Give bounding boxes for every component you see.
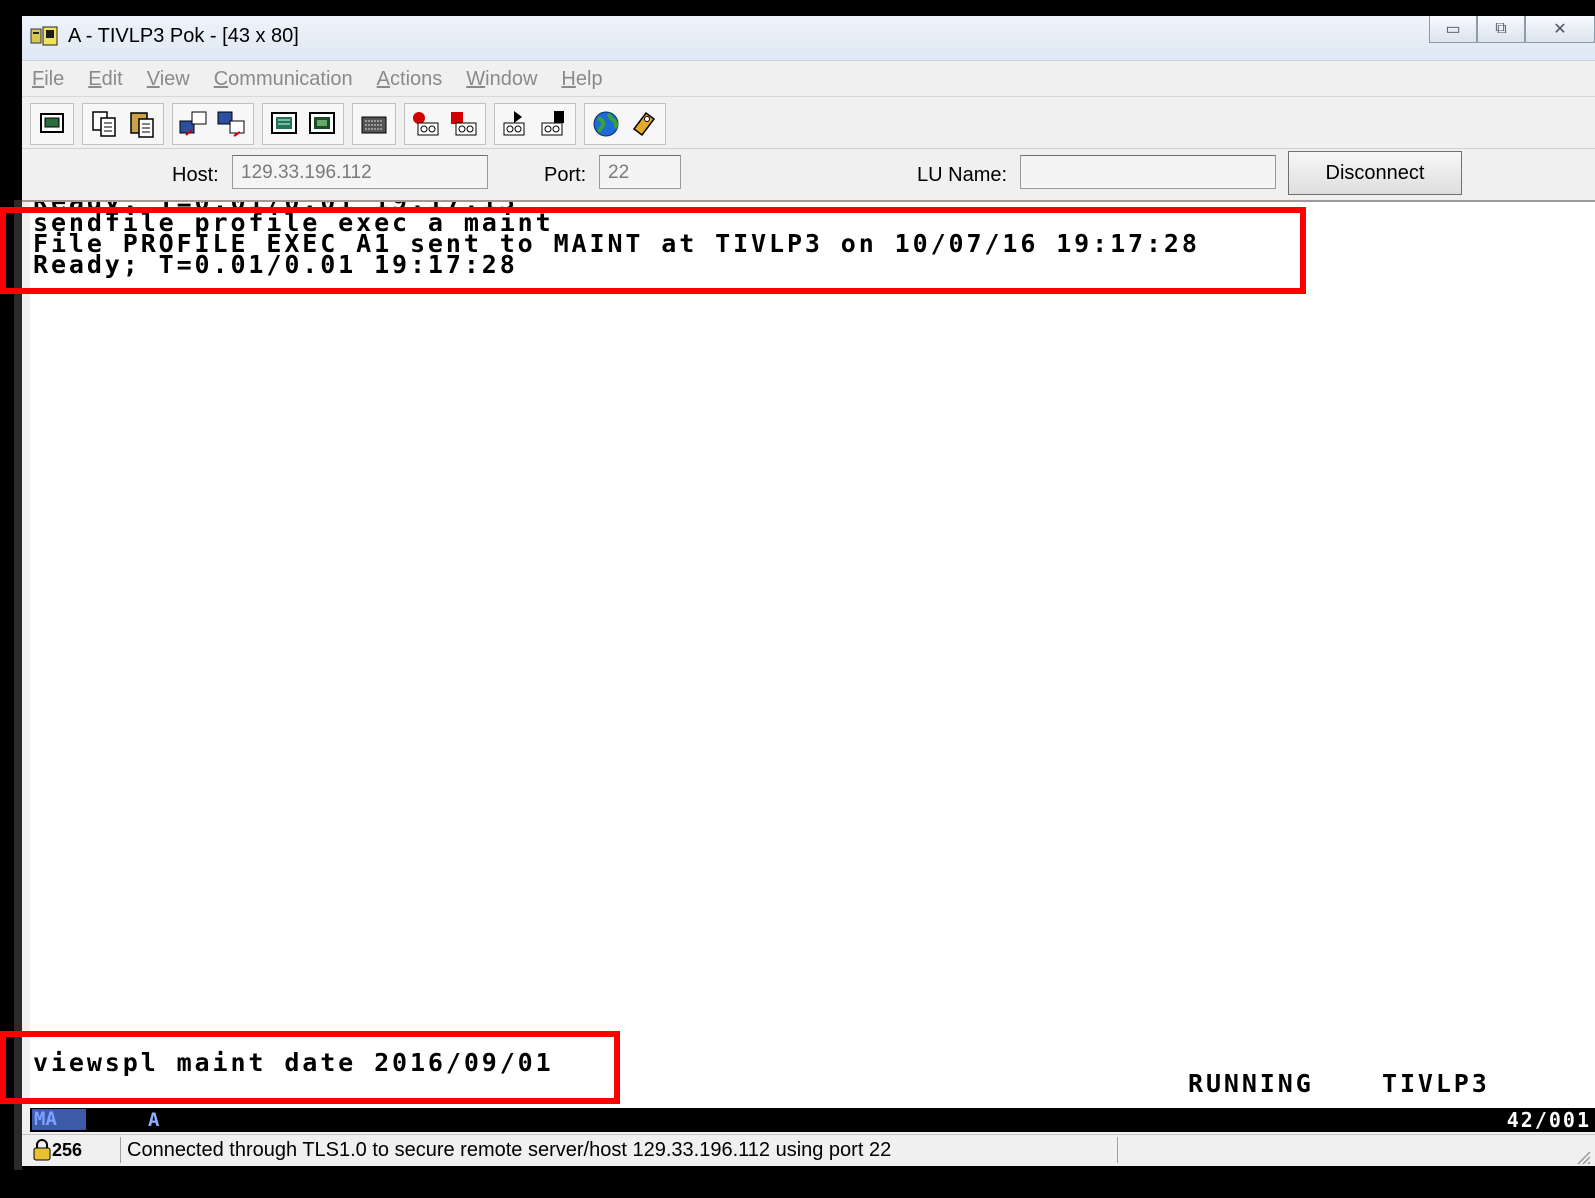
title-bar[interactable]: A - TIVLP3 Pok - [43 x 80] ▭ ⧉ ✕ <box>22 16 1595 61</box>
paste-icon <box>130 112 154 138</box>
disconnect-button[interactable]: Disconnect <box>1288 151 1462 195</box>
print-screen-icon <box>40 113 64 133</box>
lock-icon <box>33 1139 51 1161</box>
resize-grip-icon[interactable] <box>1573 1147 1591 1165</box>
menu-communication[interactable]: Communication <box>214 68 353 91</box>
connection-bar: Host: 129.33.196.112 Port: 22 LU Name: D… <box>22 150 1595 202</box>
status-running: RUNNING <box>1188 1069 1314 1098</box>
window-controls: ▭ ⧉ ✕ <box>1429 16 1595 46</box>
toolbar-group-transfer <box>172 103 254 145</box>
status-bar: 256 Connected through TLS1.0 to secure r… <box>22 1134 1595 1166</box>
receive-file-icon <box>217 111 245 137</box>
web-globe-button[interactable] <box>587 106 625 142</box>
minimize-button[interactable]: ▭ <box>1429 16 1477 43</box>
highlight-box-sendfile <box>0 207 1306 294</box>
encryption-bits: 256 <box>52 1139 83 1160</box>
toolbar-group-macro-rec <box>404 103 486 145</box>
copy-button[interactable] <box>85 106 123 142</box>
toolbar <box>22 100 1595 149</box>
menu-edit[interactable]: Edit <box>88 68 122 91</box>
macro-stop-button[interactable] <box>445 106 483 142</box>
macro-edit-icon <box>541 111 564 136</box>
port-label: Port: <box>544 164 587 186</box>
macro-play-button[interactable] <box>497 106 535 142</box>
highlight-box-command <box>0 1031 620 1104</box>
menu-file[interactable]: File <box>32 68 64 91</box>
keypad-icon <box>309 112 335 134</box>
emulator-window: A - TIVLP3 Pok - [43 x 80] ▭ ⧉ ✕ File Ed… <box>22 16 1595 1166</box>
status-message: Connected through TLS1.0 to secure remot… <box>120 1137 1118 1163</box>
print-screen-button[interactable] <box>33 106 71 142</box>
display-button[interactable] <box>265 106 303 142</box>
maximize-icon: ⧉ <box>1495 20 1507 37</box>
terminal-screen[interactable]: Ready; T=0.01/0.01 19:17:15 sendfile pro… <box>30 202 1595 1108</box>
keypad-button[interactable] <box>303 106 341 142</box>
close-icon: ✕ <box>1553 21 1567 38</box>
toolbar-group-clipboard <box>82 103 164 145</box>
menu-view[interactable]: View <box>147 68 190 91</box>
port-field[interactable]: 22 <box>599 155 681 189</box>
keyboard-map-icon <box>361 116 387 134</box>
security-key-icon <box>632 111 656 137</box>
maximize-button[interactable]: ⧉ <box>1477 16 1525 43</box>
paste-button[interactable] <box>123 106 161 142</box>
macro-edit-button[interactable] <box>535 106 573 142</box>
toolbar-group-macro-play <box>494 103 576 145</box>
menu-bar: File Edit View Communication Actions Win… <box>22 62 1595 97</box>
macro-play-icon <box>503 111 525 136</box>
keyboard-map-button[interactable] <box>355 106 393 142</box>
oia-cursor-position: 42/001 <box>1506 1108 1591 1132</box>
menu-help[interactable]: Help <box>561 68 602 91</box>
toolbar-group-web <box>584 103 666 145</box>
minimize-icon: ▭ <box>1445 21 1461 38</box>
receive-file-button[interactable] <box>213 106 251 142</box>
pcomm-app-icon <box>30 26 58 46</box>
security-key-button[interactable] <box>625 106 663 142</box>
toolbar-group-print <box>30 103 74 145</box>
send-file-icon <box>179 111 207 136</box>
macro-record-button[interactable] <box>407 106 445 142</box>
host-field[interactable]: 129.33.196.112 <box>232 155 488 189</box>
macro-record-icon <box>413 112 439 136</box>
toolbar-group-display <box>262 103 344 145</box>
operator-info-area: MA A 42/001 <box>30 1108 1595 1132</box>
lu-name-label: LU Name: <box>917 164 1008 186</box>
oia-session-indicator: A <box>148 1109 160 1131</box>
web-globe-icon <box>593 111 619 137</box>
encryption-badge: 256 <box>32 1137 82 1163</box>
send-file-button[interactable] <box>175 106 213 142</box>
display-icon <box>271 112 297 134</box>
close-button[interactable]: ✕ <box>1525 16 1595 43</box>
copy-icon <box>92 111 116 137</box>
host-label: Host: <box>172 164 219 186</box>
window-title: A - TIVLP3 Pok - [43 x 80] <box>68 25 299 47</box>
toolbar-group-keyboard <box>352 103 396 145</box>
status-system: TIVLP3 <box>1382 1069 1490 1098</box>
oia-mode-indicator: MA <box>32 1109 86 1130</box>
macro-stop-icon <box>451 112 477 136</box>
menu-window[interactable]: Window <box>466 68 537 91</box>
menu-actions[interactable]: Actions <box>377 68 443 91</box>
window-left-edge <box>14 200 22 1170</box>
lu-name-field[interactable] <box>1020 155 1276 189</box>
